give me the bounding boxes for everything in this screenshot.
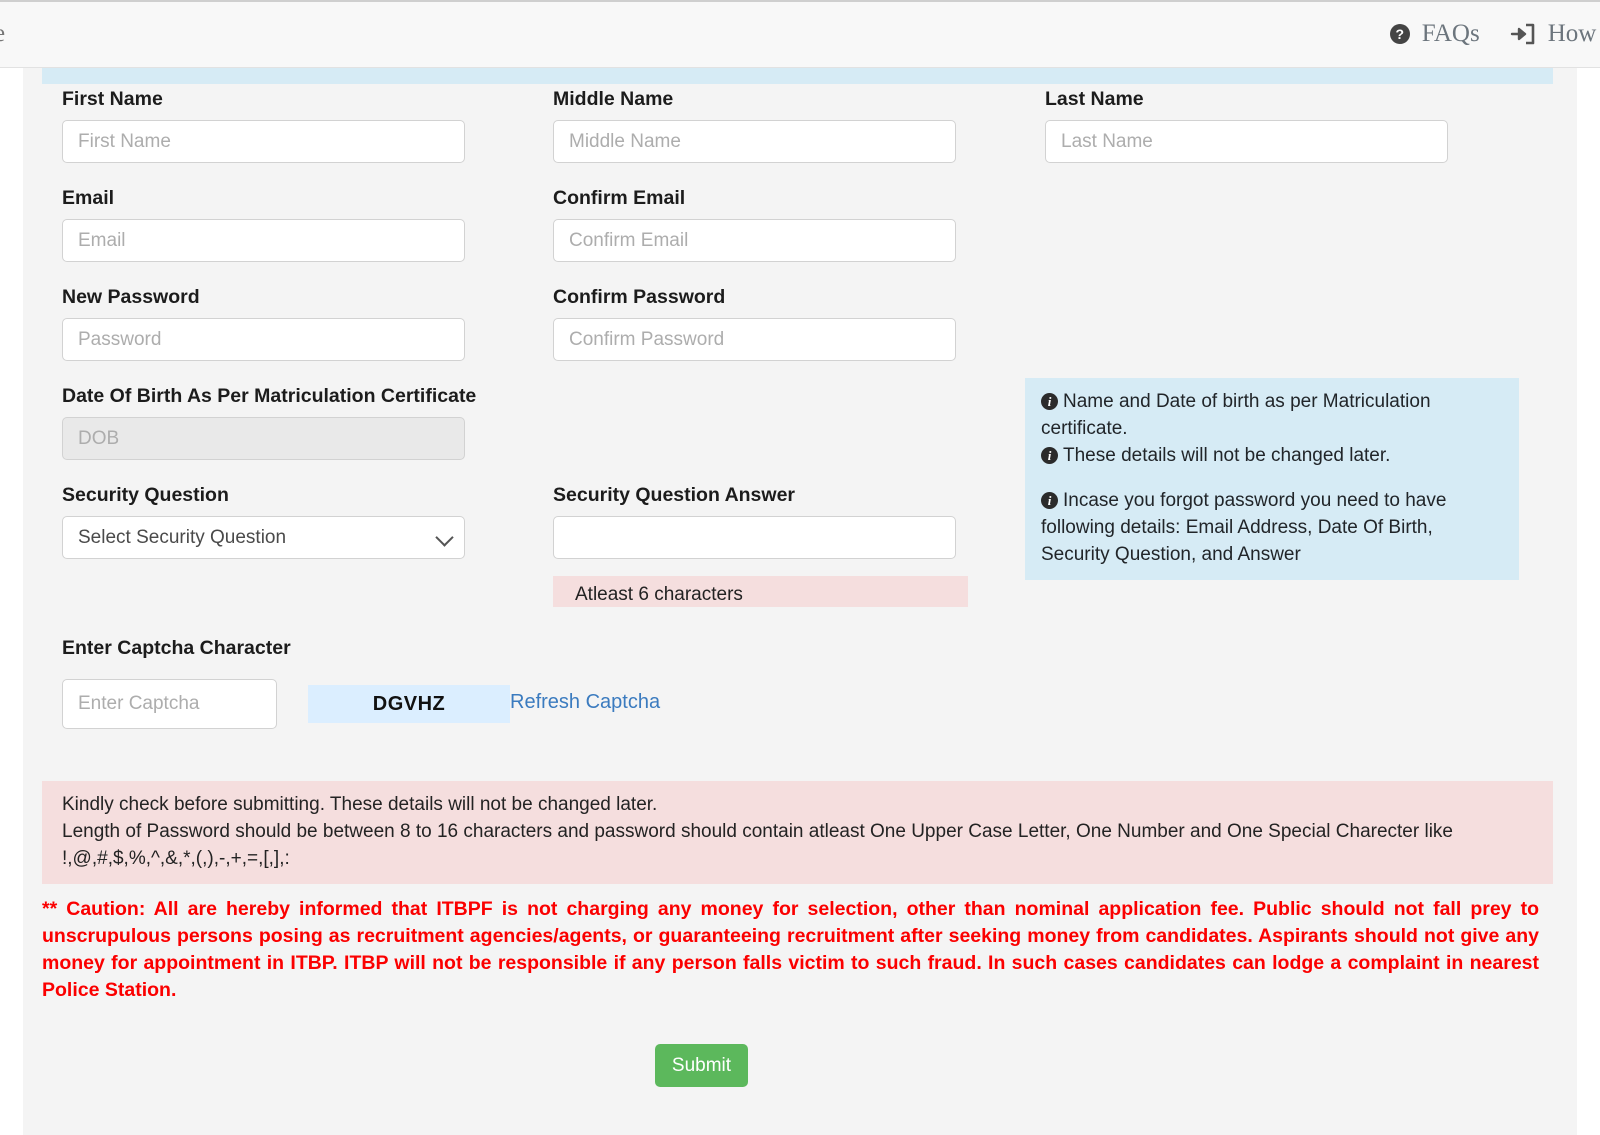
info-text: Incase you forgot password you need to h… [1041,490,1447,565]
nav-link-faqs-label: FAQs [1421,20,1480,47]
field-email: Email [62,187,465,262]
info-circle-icon: i [1041,492,1058,509]
nav-link-how-to[interactable]: How to [1510,20,1600,48]
field-date-of-birth: Date Of Birth As Per Matriculation Certi… [62,385,477,460]
security-answer-hint: Atleast 6 characters [553,576,968,607]
captcha-image: DGVHZ [308,685,510,723]
field-email-label: Email [62,187,115,209]
password-rules-line: Kindly check before submitting. These de… [62,794,658,815]
field-confirm-password: Confirm Password [553,286,956,361]
confirm-email-input[interactable] [553,219,956,262]
topbar-top-rule [0,0,1600,2]
field-last-name: Last Name [1045,88,1448,163]
info-text: Name and Date of birth as per Matriculat… [1041,391,1431,439]
field-security-question-label: Security Question [62,484,229,506]
nav-link-how-to-label: How to [1547,20,1600,47]
security-question-select-wrap: Select Security Question [62,516,465,559]
security-answer-input[interactable] [553,516,956,559]
date-of-birth-input[interactable] [62,417,465,460]
info-line: i Name and Date of birth as per Matricula… [1041,388,1503,442]
info-box-forgot-password: i Incase you forgot password you need to … [1025,477,1519,580]
info-circle-icon: i [1041,393,1058,410]
topbar-links: ? FAQs How to [1389,14,1600,54]
first-name-input[interactable] [62,120,465,163]
form-header-strip [42,68,1553,84]
field-new-password-label: New Password [62,286,200,308]
field-captcha-label: Enter Captcha Character [62,637,291,659]
field-security-answer-label: Security Question Answer [553,484,796,506]
info-box-name-dob: i Name and Date of birth as per Matricula… [1025,378,1519,481]
field-security-answer: Security Question Answer [553,484,956,559]
field-captcha: Enter Captcha Character DGVHZ Refresh Ca… [62,637,682,729]
top-navigation-bar: e ? FAQs How to [0,0,1600,68]
info-circle-icon: i [1041,447,1058,464]
captcha-row: DGVHZ Refresh Captcha [62,669,682,729]
field-middle-name: Middle Name [553,88,956,163]
submit-button[interactable]: Submit [655,1044,748,1087]
sign-in-icon [1510,22,1536,46]
field-security-question: Security Question Select Security Questi… [62,484,465,559]
field-confirm-email-label: Confirm Email [553,187,686,209]
field-first-name: First Name [62,88,465,163]
captcha-input[interactable] [62,679,277,729]
info-line: i These details will not be changed later… [1041,442,1503,469]
field-confirm-email: Confirm Email [553,187,956,262]
registration-form-panel: First Name Middle Name Last Name Email C… [23,68,1577,1135]
info-line: i Incase you forgot password you need to … [1041,487,1503,568]
field-middle-name-label: Middle Name [553,88,674,110]
refresh-captcha-link[interactable]: Refresh Captcha [510,691,660,714]
info-text: These details will not be changed later. [1063,445,1391,466]
nav-link-faqs[interactable]: ? FAQs [1389,20,1480,48]
page-root: e ? FAQs How to [0,0,1600,1135]
question-circle-icon: ? [1389,24,1410,44]
password-rules-alert: Kindly check before submitting. These de… [42,781,1553,884]
field-new-password: New Password [62,286,465,361]
field-last-name-label: Last Name [1045,88,1144,110]
clipped-left-nav-text: e [0,20,6,48]
password-rules-line: Length of Password should be between 8 t… [62,821,1453,842]
middle-name-input[interactable] [553,120,956,163]
question-circle-glyph: ? [1389,24,1410,44]
last-name-input[interactable] [1045,120,1448,163]
new-password-input[interactable] [62,318,465,361]
field-date-of-birth-label: Date Of Birth As Per Matriculation Certi… [62,385,477,407]
field-first-name-label: First Name [62,88,163,110]
security-question-select[interactable]: Select Security Question [62,516,465,559]
password-rules-line: !,@,#,$,%,^,&,*,(,),-,+,=,[,],: [62,848,290,869]
confirm-password-input[interactable] [553,318,956,361]
field-confirm-password-label: Confirm Password [553,286,726,308]
caution-notice: ** Caution: All are hereby informed that… [42,898,1539,1001]
email-input[interactable] [62,219,465,262]
